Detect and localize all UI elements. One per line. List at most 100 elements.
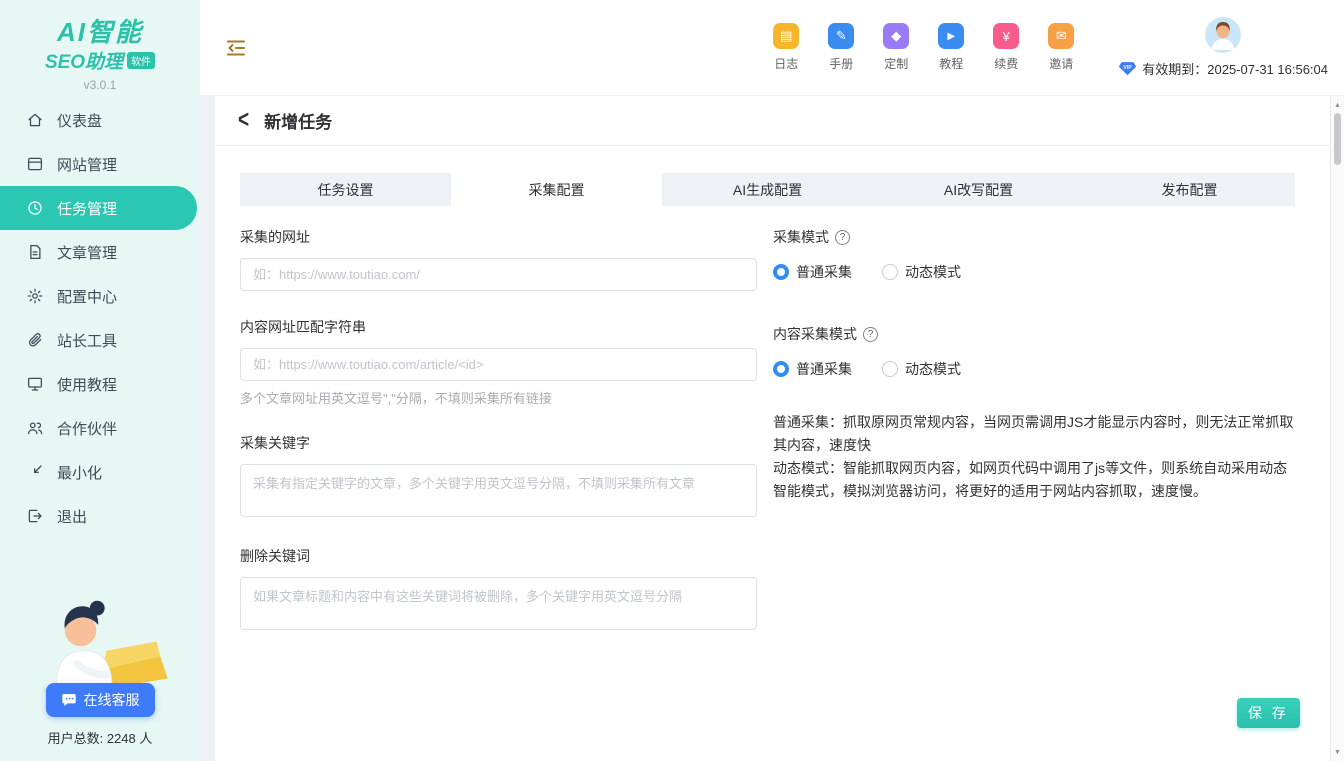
content-collect-mode-help-icon[interactable]: ? — [863, 327, 878, 342]
user-avatar[interactable] — [1205, 17, 1241, 53]
article-management-icon — [26, 243, 44, 261]
sidebar-item-label: 任务管理 — [57, 198, 117, 219]
form-right-column: 采集模式 ? 普通采集 动态模式 — [773, 227, 1295, 659]
tab-task-settings[interactable]: 任务设置 — [240, 173, 451, 206]
tab-ai-rewrite-config[interactable]: AI改写配置 — [873, 173, 1084, 206]
content-collect-mode-label: 内容采集模式 — [773, 324, 857, 344]
header-action-label: 手册 — [829, 55, 853, 72]
header-action-tutorial[interactable]: ▶ 教程 — [936, 23, 966, 72]
collect-mode-label: 采集模式 — [773, 227, 829, 247]
brand-line2-text: SEO助理 — [45, 47, 123, 74]
radio-dot-checked — [773, 264, 789, 280]
sidebar-item-websites[interactable]: 网站管理 — [0, 142, 200, 186]
header-action-invite[interactable]: ✉ 邀请 — [1046, 23, 1076, 72]
header-action-label: 定制 — [884, 55, 908, 72]
save-button[interactable]: 保 存 — [1237, 698, 1300, 728]
sidebar-item-articles[interactable]: 文章管理 — [0, 230, 200, 274]
sidebar-item-partners[interactable]: 合作伙伴 — [0, 406, 200, 450]
back-button[interactable]: < — [238, 108, 249, 133]
content-url-match-group: 内容网址匹配字符串 多个文章网址用英文逗号","分隔，不填则采集所有链接 — [240, 317, 757, 407]
online-support-button[interactable]: 在线客服 — [46, 683, 155, 717]
sidebar-menu: 仪表盘 网站管理 任务管理 文章管理 配置中心 站长工具 — [0, 98, 200, 538]
radio-label: 动态模式 — [905, 262, 961, 282]
collect-url-input[interactable] — [240, 258, 757, 291]
sidebar-item-logout[interactable]: 退出 — [0, 494, 200, 538]
license-validity: VIP 有效期到：2025-07-31 16:56:04 — [1118, 59, 1328, 78]
tab-bar: 任务设置 采集配置 AI生成配置 AI改写配置 发布配置 — [240, 173, 1295, 206]
collapse-sidebar-icon[interactable] — [224, 36, 248, 60]
tab-ai-generate-config[interactable]: AI生成配置 — [662, 173, 873, 206]
scrollbar[interactable]: ▲ ▼ — [1330, 96, 1344, 761]
sidebar-item-config-center[interactable]: 配置中心 — [0, 274, 200, 318]
page-title-row: < 新增任务 — [215, 96, 1330, 146]
svg-text:VIP: VIP — [1124, 65, 1133, 71]
collect-mode-normal-radio[interactable]: 普通采集 — [773, 262, 852, 282]
radio-dot — [882, 264, 898, 280]
scrollbar-thumb[interactable] — [1334, 113, 1341, 165]
brand-logo: AI智能 SEO助理 软件 v3.0.1 — [0, 0, 200, 92]
validity-text: 有效期到：2025-07-31 16:56:04 — [1142, 59, 1328, 78]
logs-glyph: ▤ — [780, 28, 792, 44]
account-area: VIP 有效期到：2025-07-31 16:56:04 — [1118, 17, 1328, 78]
user-total-count: 用户总数: 2248 人 — [48, 728, 153, 747]
sidebar-item-label: 最小化 — [57, 462, 102, 483]
collect-mode-help-icon[interactable]: ? — [835, 230, 850, 245]
sidebar-item-dashboard[interactable]: 仪表盘 — [0, 98, 200, 142]
manual-icon: ✎ — [828, 23, 854, 49]
collect-keywords-label: 采集关键字 — [240, 433, 757, 453]
manual-glyph: ✎ — [836, 28, 847, 44]
page-title: 新增任务 — [264, 108, 332, 133]
task-management-icon — [26, 199, 44, 217]
sidebar-item-label: 配置中心 — [57, 286, 117, 307]
content-collect-mode-label-row: 内容采集模式 ? — [773, 324, 1295, 344]
customize-icon: ◆ — [883, 23, 909, 49]
dashboard-icon — [26, 111, 44, 129]
sidebar-item-label: 仪表盘 — [57, 110, 102, 131]
renew-glyph: ¥ — [1003, 29, 1010, 44]
tutorial-action-icon: ▶ — [938, 23, 964, 49]
sidebar-item-label: 文章管理 — [57, 242, 117, 263]
radio-label: 普通采集 — [796, 262, 852, 282]
brand-badge: 软件 — [127, 52, 155, 69]
tab-publish-config[interactable]: 发布配置 — [1084, 173, 1295, 206]
header-action-label: 教程 — [939, 55, 963, 72]
header-action-logs[interactable]: ▤ 日志 — [771, 23, 801, 72]
collect-url-group: 采集的网址 — [240, 227, 757, 291]
header-action-manual[interactable]: ✎ 手册 — [826, 23, 856, 72]
mode-description-dynamic: 动态模式：智能抓取网页内容，如网页代码中调用了js等文件，则系统自动采用动态智能… — [773, 457, 1295, 503]
collect-keywords-textarea[interactable] — [240, 464, 757, 517]
content-mode-dynamic-radio[interactable]: 动态模式 — [882, 359, 961, 379]
remove-keywords-textarea[interactable] — [240, 577, 757, 630]
tab-collect-config[interactable]: 采集配置 — [451, 173, 662, 206]
config-center-icon — [26, 287, 44, 305]
sidebar-item-tasks[interactable]: 任务管理 — [0, 186, 197, 230]
sidebar-item-webmaster-tools[interactable]: 站长工具 — [0, 318, 200, 362]
collect-mode-group: 采集模式 ? 普通采集 动态模式 — [773, 227, 1295, 282]
content-mode-normal-radio[interactable]: 普通采集 — [773, 359, 852, 379]
vip-icon: VIP — [1118, 61, 1137, 76]
mode-description: 普通采集：抓取原网页常规内容，当网页需调用JS才能显示内容时，则无法正常抓取其内… — [773, 411, 1295, 503]
sidebar-item-minimize[interactable]: 最小化 — [0, 450, 200, 494]
sidebar-item-label: 合作伙伴 — [57, 418, 117, 439]
sidebar-item-tutorial[interactable]: 使用教程 — [0, 362, 200, 406]
main-area: ▤ 日志 ✎ 手册 ◆ 定制 ▶ 教程 ¥ 续费 — [200, 0, 1344, 761]
header-action-renew[interactable]: ¥ 续费 — [991, 23, 1021, 72]
header-action-customize[interactable]: ◆ 定制 — [881, 23, 911, 72]
website-management-icon — [26, 155, 44, 173]
webmaster-tools-icon — [26, 331, 44, 349]
radio-label: 动态模式 — [905, 359, 961, 379]
sidebar-footer: 在线客服 用户总数: 2248 人 — [0, 597, 200, 761]
sidebar: AI智能 SEO助理 软件 v3.0.1 仪表盘 网站管理 任务管理 文 — [0, 0, 200, 761]
invite-glyph: ✉ — [1056, 28, 1067, 44]
app-version: v3.0.1 — [0, 78, 200, 92]
collect-mode-dynamic-radio[interactable]: 动态模式 — [882, 262, 961, 282]
radio-dot-checked — [773, 361, 789, 377]
scroll-down-arrow[interactable]: ▼ — [1331, 745, 1344, 759]
content-area: < 新增任务 任务设置 采集配置 AI生成配置 AI改写配置 发布配置 采集的网… — [200, 96, 1344, 761]
logout-icon — [26, 507, 44, 525]
content-url-match-input[interactable] — [240, 348, 757, 381]
collect-mode-label-row: 采集模式 ? — [773, 227, 1295, 247]
header-action-label: 续费 — [994, 55, 1018, 72]
scroll-up-arrow[interactable]: ▲ — [1331, 98, 1344, 112]
sidebar-item-label: 站长工具 — [57, 330, 117, 351]
